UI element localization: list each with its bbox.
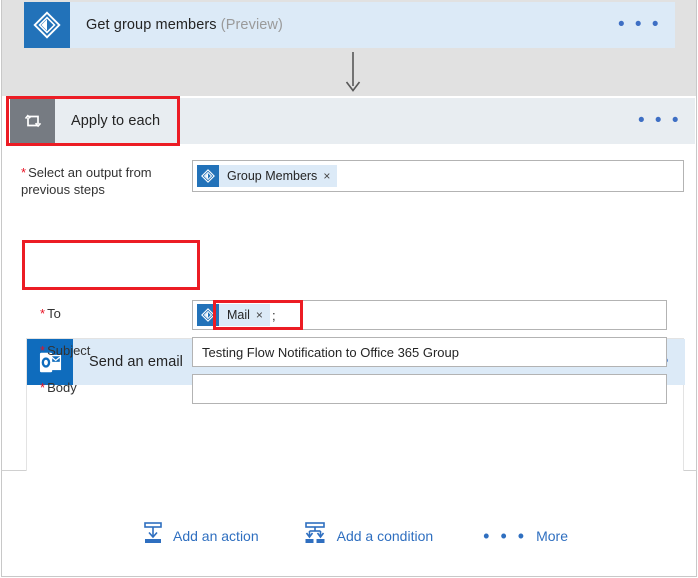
token-remove-icon[interactable]: × [256,308,270,322]
required-asterisk: * [21,165,26,180]
step-title-text: Send an email [89,354,183,370]
bottom-action-bar: Add an action Add a [1,471,697,577]
step-card-apply-to-each[interactable]: Apply to each • • • [10,98,695,144]
field-label-body: *Body [40,379,77,396]
step-title-text: Apply to each [71,113,160,129]
ellipsis-icon: • • • [483,531,527,541]
add-condition-icon [302,521,328,550]
scope-apply-to-each: Apply to each • • • *Select an output fr… [1,96,697,471]
card-title: Get group members (Preview) [70,17,283,33]
field-label-select-output: *Select an output from previous steps [21,164,171,198]
add-action-icon [142,521,164,550]
azure-ad-icon [197,165,219,187]
card-title: Apply to each [55,113,160,129]
add-a-condition-label: Add a condition [337,528,434,544]
field-label-to: *To [40,305,61,322]
token-label: Mail [219,308,256,322]
subject-input[interactable]: Testing Flow Notification to Office 365 … [192,337,667,367]
card-overflow-menu-button[interactable]: • • • [618,21,675,29]
step-title-text: Get group members [86,17,217,33]
token-label: Group Members [219,169,323,183]
label-text: Subject [47,343,90,358]
step-card-get-group-members[interactable]: Get group members (Preview) • • • [24,2,675,48]
azure-ad-icon [24,2,70,48]
more-button[interactable]: • • • More [483,528,568,544]
connector-arrow-icon [345,52,361,94]
body-input[interactable] [192,374,667,404]
azure-ad-icon [197,304,219,326]
card-header[interactable]: Apply to each • • • [10,98,695,144]
card-header[interactable]: Get group members (Preview) • • • [24,2,675,48]
required-asterisk: * [40,380,45,395]
preview-badge: (Preview) [221,17,283,33]
select-output-input[interactable]: Group Members × [192,160,684,192]
field-label-subject: *Subject [40,342,90,359]
label-text: Select an output from previous steps [21,165,152,197]
to-separator: ; [270,308,276,323]
required-asterisk: * [40,343,45,358]
label-text: To [47,306,61,321]
token-remove-icon[interactable]: × [323,169,337,183]
label-text: Body [47,380,77,395]
more-label: More [536,528,568,544]
subject-value: Testing Flow Notification to Office 365 … [193,345,459,360]
token-group-members[interactable]: Group Members × [197,165,337,187]
token-mail[interactable]: Mail × [197,304,270,326]
required-asterisk: * [40,306,45,321]
to-input[interactable]: Mail × ; [192,300,667,330]
flow-designer-canvas: Get group members (Preview) • • • [0,0,698,578]
loop-icon [10,98,55,144]
add-an-action-button[interactable]: Add an action [142,521,259,550]
add-a-condition-button[interactable]: Add a condition [302,521,434,550]
add-an-action-label: Add an action [173,528,259,544]
card-overflow-menu-button[interactable]: • • • [638,117,695,125]
